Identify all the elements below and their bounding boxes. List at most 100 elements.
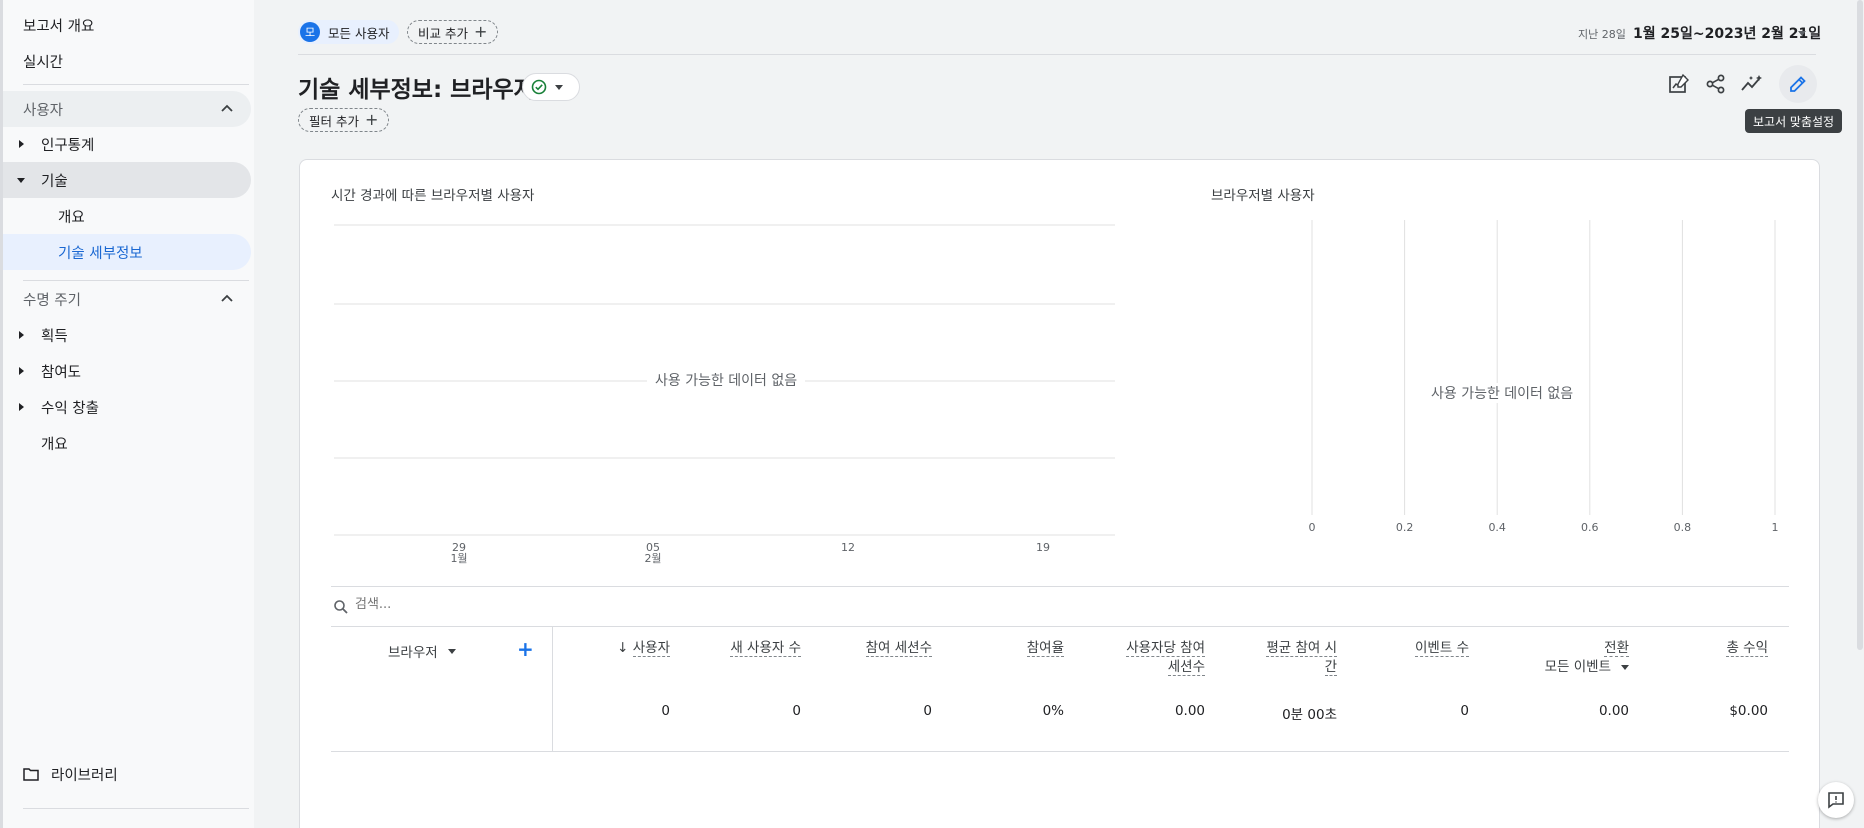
caret-down-icon[interactable]: [1798, 31, 1806, 36]
column-header[interactable]: 이벤트 수: [1415, 639, 1469, 658]
sidebar-item-label: 수익 창출: [41, 400, 99, 417]
column-header-text: 사용자당 참여: [1126, 640, 1205, 657]
column-header[interactable]: 새 사용자 수: [730, 639, 801, 658]
add-filter-label: 필터 추가: [309, 113, 359, 129]
sidebar-item-label: 개요: [41, 436, 68, 453]
column-header-label: 사용자당 참여: [1126, 639, 1205, 658]
sidebar-section-label: 수명 주기: [23, 292, 81, 309]
pencil-icon: [1790, 76, 1806, 92]
column-header-subtext-label: 모든 이벤트: [1544, 659, 1611, 675]
column-header[interactable]: 총 수익: [1726, 639, 1768, 658]
column-header-text: 참여율: [1026, 640, 1064, 657]
column-header-text: 새 사용자 수: [730, 640, 801, 657]
data-table: 브라우저 + ↓ 사용자 0 새 사용자 수 0 참여 세션수 0 참여율 0% 사용자당 참여…: [331, 627, 1789, 752]
column-header-label: 전환: [1545, 639, 1629, 658]
edit-report-button[interactable]: [1779, 65, 1817, 103]
sidebar-item-label: 인구통계: [41, 137, 95, 154]
sidebar-divider: [23, 808, 249, 809]
search-input[interactable]: [355, 597, 655, 612]
expand-arrow-icon: [19, 403, 24, 411]
x-tick-label: 0.8: [1674, 521, 1692, 534]
add-comparison-button[interactable]: 비교 추가 +: [407, 20, 499, 44]
sidebar-item-library[interactable]: 라이브러리: [23, 756, 118, 792]
column-header[interactable]: 평균 참여 시간: [1266, 639, 1337, 677]
sidebar-item-label: 개요: [58, 209, 85, 226]
date-range-picker[interactable]: 1월 25일~2023년 2월 21일: [1633, 23, 1821, 43]
x-tick-label: 1: [1772, 521, 1779, 534]
bar-chart: 0 0.2 0.4 0.6 0.8 1: [1309, 220, 1779, 534]
line-chart-title: 시간 경과에 따른 브라우저별 사용자: [331, 188, 535, 204]
sidebar-section-lifecycle[interactable]: 수명 주기: [3, 281, 251, 317]
table-cell-value: 0.00: [1598, 703, 1629, 719]
segment-label: 모든 사용자: [328, 25, 390, 41]
table-cell-value: 0: [923, 703, 932, 719]
sidebar-item-realtime[interactable]: 실시간: [23, 43, 63, 79]
caret-down-icon: [447, 648, 456, 654]
add-comparison-label: 비교 추가: [418, 25, 468, 41]
segment-chip[interactable]: 모 모든 사용자: [298, 20, 400, 44]
column-header-text: 이벤트 수: [1415, 640, 1469, 657]
table-cell-value: 0: [1460, 703, 1469, 719]
column-header-label: 평균 참여 시: [1266, 639, 1337, 658]
segment-badge: 모: [300, 22, 320, 42]
sidebar-item-report-overview[interactable]: 보고서 개요: [23, 7, 94, 43]
collapse-arrow-icon: [17, 178, 25, 183]
column-header-text: 평균 참여 시: [1266, 640, 1337, 657]
column-header-text: 사용자: [632, 640, 670, 657]
expand-arrow-icon: [19, 140, 24, 148]
feedback-button[interactable]: [1818, 782, 1854, 818]
sidebar-item-demographics[interactable]: 인구통계: [3, 126, 251, 162]
tooltip-customize-report: 보고서 맞춤설정: [1745, 109, 1843, 133]
page-scrollbar[interactable]: [1857, 0, 1863, 650]
sidebar-section-user[interactable]: 사용자: [3, 91, 251, 127]
column-header[interactable]: 참여 세션수: [865, 639, 932, 658]
sidebar-item-tech[interactable]: 기술: [3, 162, 251, 198]
column-header-text: 전환: [1604, 640, 1629, 657]
x-tick-label: 0.2: [1396, 521, 1414, 534]
sidebar-item-acquisition[interactable]: 획득: [3, 317, 251, 353]
sidebar-item-label: 보고서 개요: [23, 18, 95, 35]
column-header[interactable]: 참여율: [1026, 639, 1064, 658]
expand-arrow-icon: [19, 331, 24, 339]
date-range-label: 지난 28일: [1578, 28, 1626, 41]
dimension-selector[interactable]: 브라우저: [388, 641, 456, 661]
column-header-subtext-label: 간: [1324, 659, 1337, 676]
add-dimension-button[interactable]: +: [517, 637, 534, 661]
column-header-subtext: 간: [1266, 658, 1337, 677]
caret-down-icon: [555, 84, 563, 90]
insights-icon[interactable]: [1738, 70, 1766, 98]
column-header[interactable]: 사용자당 참여 세션수: [1126, 639, 1205, 677]
add-filter-button[interactable]: 필터 추가 +: [298, 108, 390, 132]
plus-icon: +: [473, 22, 488, 41]
sidebar: 보고서 개요 실시간 사용자 인구통계 기술 개요 기술 세부정보 수명 주기: [0, 0, 254, 828]
column-header[interactable]: ↓ 사용자: [617, 639, 670, 658]
x-tick-label: 0.6: [1581, 521, 1599, 534]
sidebar-item-tech-details[interactable]: 기술 세부정보: [3, 234, 251, 270]
expand-arrow-icon: [19, 367, 24, 375]
sidebar-item-label: 획득: [41, 328, 68, 345]
chevron-up-icon: [221, 294, 233, 302]
column-header-label: 총 수익: [1726, 639, 1768, 658]
sidebar-divider: [23, 84, 249, 85]
x-tick-label: 0: [1309, 521, 1316, 534]
column-header-label: 참여율: [1026, 639, 1064, 658]
sort-arrow-icon: ↓: [617, 640, 633, 656]
column-header-text: 총 수익: [1726, 640, 1768, 657]
sidebar-item-engagement[interactable]: 참여도: [3, 353, 251, 389]
column-header[interactable]: 전환모든 이벤트: [1545, 639, 1629, 677]
column-header-label: 이벤트 수: [1415, 639, 1469, 658]
column-header-label: ↓ 사용자: [617, 639, 670, 658]
line-chart-empty-message: 사용 가능한 데이터 없음: [647, 370, 806, 390]
search-icon: [334, 600, 348, 614]
sidebar-item-monetization[interactable]: 수익 창출: [3, 389, 251, 425]
customize-report-icon[interactable]: [1665, 70, 1693, 98]
share-icon[interactable]: [1702, 70, 1730, 98]
check-circle-icon: [531, 79, 547, 95]
column-header-label: 참여 세션수: [865, 639, 932, 658]
report-status-dropdown[interactable]: [522, 73, 580, 101]
header-divider: [298, 54, 1816, 55]
sidebar-item-lifecycle-overview[interactable]: 개요: [3, 425, 68, 461]
table-cell-value: 0%: [1042, 703, 1064, 719]
sidebar-item-tech-overview[interactable]: 개요: [3, 198, 85, 234]
column-header-subtext[interactable]: 모든 이벤트: [1545, 658, 1629, 677]
